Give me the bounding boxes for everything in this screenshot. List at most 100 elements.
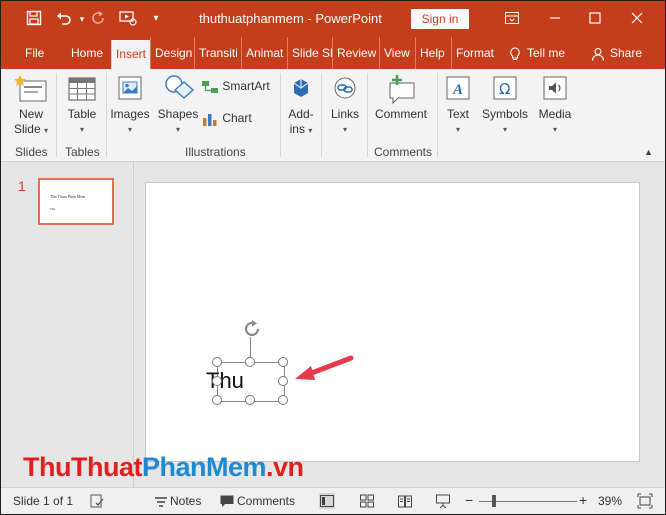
tab-slide-show[interactable]: Slide Sl — [287, 37, 332, 69]
chevron-down-icon: ▾ — [79, 125, 84, 134]
smartart-icon — [202, 81, 218, 93]
chart-button[interactable]: Chart — [201, 111, 252, 127]
zoom-in-button[interactable]: + — [579, 492, 587, 508]
new-slide-button[interactable]: New Slide ▾ — [11, 73, 51, 138]
comment-icon — [385, 73, 417, 105]
powerpoint-window: ▾ ▾ thuthuatphanmem - PowerPoint Sign in… — [0, 0, 666, 515]
ribbon-tabs: File Home Insert Design Transiti Animat … — [1, 37, 665, 69]
zoom-slider-thumb[interactable] — [492, 495, 496, 507]
chevron-down-icon: ▾ — [502, 125, 507, 134]
zoom-level[interactable]: 39% — [598, 494, 622, 508]
resize-handle[interactable] — [245, 395, 255, 405]
table-icon — [66, 73, 98, 105]
resize-handle[interactable] — [245, 357, 255, 367]
share-button[interactable]: Share — [610, 37, 642, 69]
comments-button[interactable]: Comments — [237, 494, 295, 508]
group-label-slides: Slides — [15, 145, 48, 159]
group-divider — [106, 73, 107, 157]
resize-handle[interactable] — [212, 376, 222, 386]
notes-button[interactable]: Notes — [170, 494, 201, 508]
group-divider — [56, 73, 57, 157]
customize-icon[interactable]: ▾ — [147, 10, 165, 28]
shapes-icon — [162, 73, 195, 105]
thumbnail-body: Thu — [50, 207, 56, 211]
undo-dropdown-icon[interactable]: ▾ — [73, 10, 91, 28]
tell-me-search[interactable]: Tell me — [527, 37, 565, 69]
collapse-ribbon-icon[interactable]: ▲ — [644, 147, 653, 157]
text-label: Text — [446, 107, 469, 121]
minimize-icon[interactable] — [535, 6, 575, 32]
chevron-down-icon: ▾ — [127, 125, 132, 134]
tab-help[interactable]: Help — [415, 37, 450, 69]
sign-in-button[interactable]: Sign in — [411, 9, 469, 29]
share-icon[interactable] — [591, 37, 605, 69]
chevron-down-icon: ▾ — [308, 126, 313, 135]
resize-handle[interactable] — [212, 395, 222, 405]
shapes-button[interactable]: Shapes ▾ — [157, 73, 199, 137]
slide-sorter-icon[interactable] — [359, 493, 375, 509]
omega-icon: Ω — [489, 73, 521, 105]
tab-format[interactable]: Format — [451, 37, 500, 69]
fit-to-window-icon[interactable] — [637, 493, 653, 509]
notes-icon[interactable] — [153, 493, 169, 509]
slide-thumbnail[interactable]: Thu Thuat Phan Mem Thu — [38, 178, 114, 225]
resize-handle[interactable] — [278, 395, 288, 405]
comments-icon[interactable] — [219, 493, 235, 509]
rotate-handle-icon[interactable] — [241, 318, 263, 340]
maximize-icon[interactable] — [575, 6, 615, 32]
reading-view-icon[interactable] — [397, 493, 413, 509]
vertical-scrollbar[interactable] — [653, 162, 665, 487]
ribbon-insert: New Slide ▾ Table ▾ Images ▾ Shapes ▾ Sm… — [1, 69, 665, 162]
thumbnail-title: Thu Thuat Phan Mem — [50, 194, 86, 199]
zoom-out-button[interactable]: − — [465, 492, 473, 508]
symbols-button[interactable]: Ω Symbols ▾ — [481, 73, 529, 137]
slide-show-icon[interactable] — [435, 493, 451, 509]
close-icon[interactable] — [617, 6, 657, 32]
ribbon-display-icon[interactable] — [492, 6, 532, 32]
resize-handle[interactable] — [278, 357, 288, 367]
add-ins-icon — [285, 73, 317, 105]
title-bar: ▾ ▾ thuthuatphanmem - PowerPoint Sign in — [1, 1, 665, 37]
resize-handle[interactable] — [278, 376, 288, 386]
slide-thumbnails-pane: 1 Thu Thuat Phan Mem Thu — [1, 162, 134, 487]
watermark-part3: .vn — [266, 452, 304, 482]
tab-animations[interactable]: Animat — [241, 37, 288, 69]
tab-view[interactable]: View — [379, 37, 416, 69]
group-divider — [367, 73, 368, 157]
group-divider — [321, 73, 322, 157]
lightbulb-icon — [509, 37, 521, 69]
comment-button[interactable]: Comment — [371, 73, 431, 122]
redo-icon[interactable] — [90, 10, 108, 28]
chevron-down-icon: ▾ — [455, 125, 460, 134]
annotation-arrow-icon — [295, 355, 354, 380]
table-button[interactable]: Table ▾ — [63, 73, 101, 137]
tab-file[interactable]: File — [25, 37, 44, 69]
present-icon[interactable] — [119, 10, 137, 28]
add-ins-button[interactable]: Add- ins ▾ — [285, 73, 317, 138]
media-button[interactable]: Media ▾ — [535, 73, 575, 137]
text-button[interactable]: A Text ▾ — [441, 73, 475, 137]
chart-icon — [203, 114, 217, 126]
group-divider — [437, 73, 438, 157]
window-title: thuthuatphanmem - PowerPoint — [199, 11, 382, 26]
undo-icon[interactable] — [55, 10, 73, 28]
tab-transitions[interactable]: Transiti — [194, 37, 237, 69]
smartart-button[interactable]: SmartArt — [201, 79, 270, 95]
tab-design[interactable]: Design — [150, 37, 195, 69]
slide-canvas[interactable] — [145, 182, 640, 462]
link-icon — [329, 73, 361, 105]
new-slide-icon — [14, 73, 47, 105]
spell-check-icon[interactable] — [89, 493, 105, 509]
tab-home[interactable]: Home — [71, 37, 103, 69]
tab-review[interactable]: Review — [332, 37, 381, 69]
resize-handle[interactable] — [212, 357, 222, 367]
comment-label: Comment — [374, 107, 427, 121]
save-icon[interactable] — [25, 10, 43, 28]
images-button[interactable]: Images ▾ — [109, 73, 151, 137]
text-box-icon: A — [442, 73, 474, 105]
tab-insert[interactable]: Insert — [111, 40, 152, 69]
normal-view-icon[interactable] — [319, 493, 335, 509]
links-button[interactable]: Links ▾ — [327, 73, 363, 137]
watermark-logo: ThuThuatPhanMem.vn — [23, 452, 304, 483]
links-label: Links — [330, 107, 359, 121]
